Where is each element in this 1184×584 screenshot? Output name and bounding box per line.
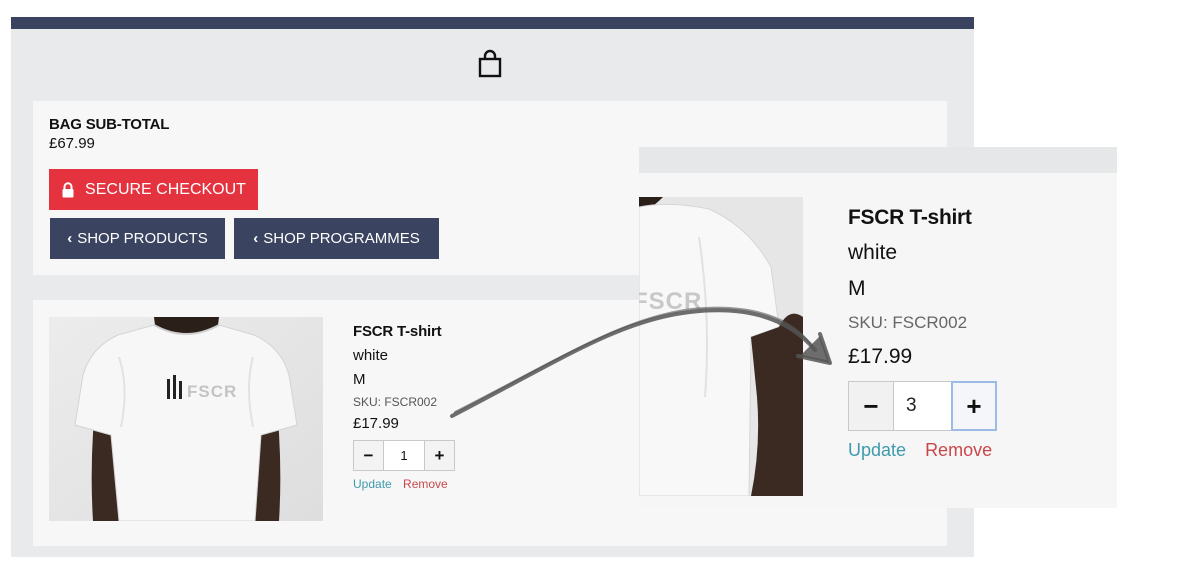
zoom-product-image[interactable]: FSCR — [639, 197, 803, 496]
zoom-logo-text: FSCR — [639, 288, 702, 315]
secure-checkout-button[interactable]: SECURE CHECKOUT — [49, 169, 258, 210]
product-price: £17.99 — [353, 415, 399, 432]
zoom-update-link[interactable]: Update — [848, 440, 906, 460]
zoom-item-details: FSCR T-shirt white M SKU: FSCR002 £17.99… — [848, 200, 997, 461]
quantity-input[interactable] — [384, 440, 424, 471]
zoom-product-size: M — [848, 277, 866, 300]
shop-products-button[interactable]: ‹ SHOP PRODUCTS — [50, 218, 225, 259]
secure-checkout-label: SECURE CHECKOUT — [85, 180, 246, 198]
subtotal-label: BAG SUB-TOTAL — [49, 116, 170, 133]
chevron-left-icon: ‹ — [67, 230, 73, 247]
zoom-remove-link[interactable]: Remove — [925, 440, 992, 460]
product-color: white — [353, 347, 389, 364]
product-size: M — [353, 371, 366, 388]
decrease-quantity-button[interactable]: − — [353, 440, 384, 471]
zoom-quantity-input[interactable] — [894, 381, 951, 431]
quantity-stepper: − + — [353, 440, 455, 471]
plus-icon: + — [434, 445, 445, 465]
update-link[interactable]: Update — [353, 477, 392, 491]
lock-icon — [62, 181, 74, 197]
plus-icon: + — [966, 390, 982, 421]
item-details: FSCR T-shirt white M SKU: FSCR002 £17.99… — [353, 320, 455, 491]
zoom-decrease-quantity-button[interactable]: − — [848, 381, 894, 431]
minus-icon: − — [863, 390, 879, 421]
top-bar — [11, 17, 974, 29]
subtotal-value: £67.99 — [49, 135, 95, 152]
zoom-product-name: FSCR T-shirt — [848, 206, 972, 229]
shop-programmes-label: SHOP PROGRAMMES — [263, 230, 420, 247]
zoom-quantity-stepper: − + — [848, 381, 997, 431]
zoom-callout: FSCR FSCR T-shirt white M SKU: FSCR002 £… — [639, 147, 1117, 508]
shop-products-label: SHOP PRODUCTS — [77, 230, 208, 247]
shopping-bag-icon[interactable] — [477, 49, 503, 79]
product-sku: SKU: FSCR002 — [353, 395, 438, 409]
zoom-increase-quantity-button[interactable]: + — [951, 381, 997, 431]
svg-text:FSCR: FSCR — [187, 382, 237, 401]
product-name: FSCR T-shirt — [353, 323, 442, 340]
product-image[interactable]: FSCR — [49, 317, 323, 521]
minus-icon: − — [363, 445, 374, 465]
increase-quantity-button[interactable]: + — [424, 440, 455, 471]
zoom-top-strip — [639, 147, 1117, 173]
remove-link[interactable]: Remove — [403, 477, 448, 491]
shop-programmes-button[interactable]: ‹ SHOP PROGRAMMES — [234, 218, 439, 259]
zoom-product-price: £17.99 — [848, 345, 913, 368]
zoom-product-sku: SKU: FSCR002 — [848, 313, 968, 332]
zoom-product-color: white — [848, 241, 898, 264]
chevron-left-icon: ‹ — [253, 230, 259, 247]
